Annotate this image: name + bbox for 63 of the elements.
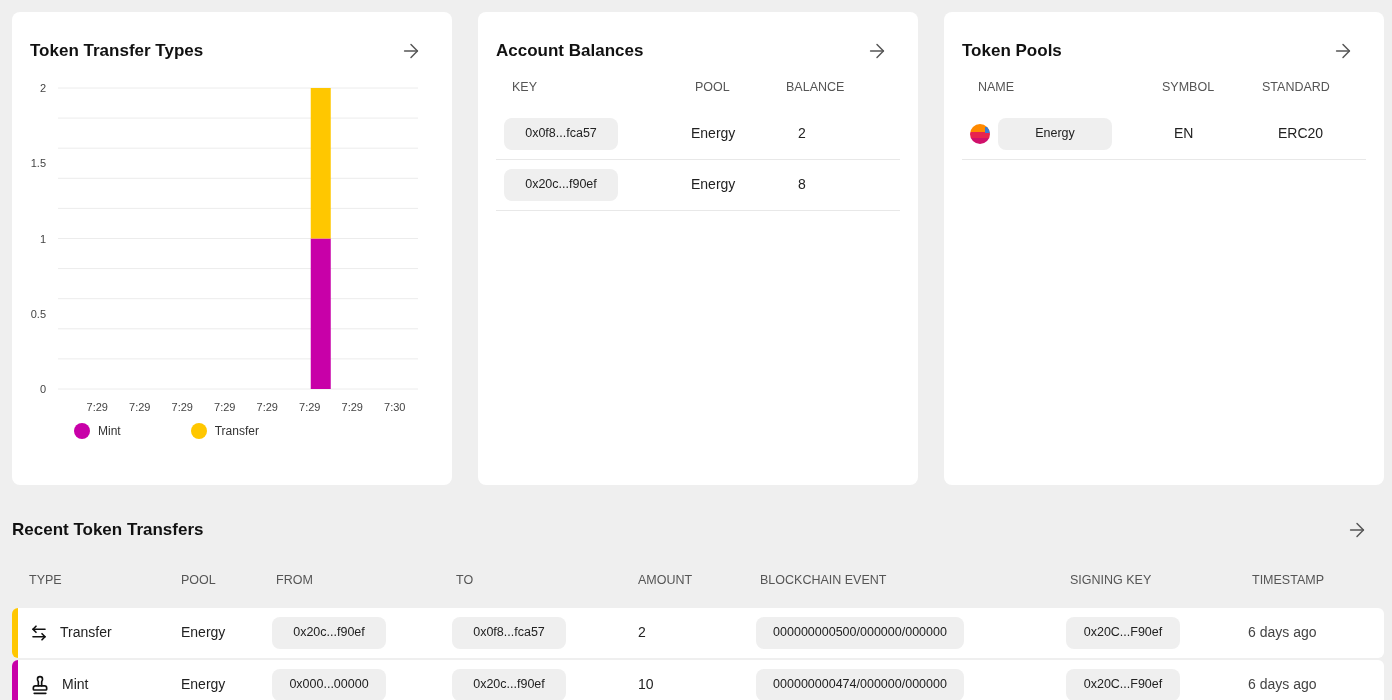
- axis-tick-label: 7:29: [129, 401, 151, 413]
- table-cell-text: 2: [637, 623, 647, 643]
- axis-tick-label: 7:29: [214, 401, 236, 413]
- table-cell-text: EN: [1173, 124, 1195, 144]
- table-cell-text: 8: [797, 175, 807, 195]
- column-header: SYMBOL: [1162, 79, 1216, 96]
- table-cell-text: 2: [797, 124, 807, 144]
- column-header: POOL: [694, 79, 731, 96]
- event-chip[interactable]: 000000000474/000000/000000: [756, 668, 964, 700]
- axis-tick-label: 7:29: [256, 401, 278, 413]
- transfer-type: Transfer: [60, 623, 112, 643]
- timestamp: 6 days ago: [1247, 623, 1318, 643]
- address-chip[interactable]: 0x20c...f90ef: [504, 168, 618, 201]
- address-chip[interactable]: 0x0f8...fca57: [452, 616, 566, 649]
- swap-arrows-icon: [30, 623, 48, 642]
- address-chip[interactable]: 0x000...00000: [272, 668, 386, 700]
- column-header: BLOCKCHAIN EVENT: [759, 572, 888, 589]
- pool-name-chip[interactable]: Energy: [998, 117, 1112, 150]
- axis-tick-label: 7:29: [171, 401, 193, 413]
- signing-key-chip[interactable]: 0x20C...F90ef: [1066, 616, 1180, 649]
- table-cell-text: Energy: [180, 675, 227, 695]
- legend-label: Mint: [98, 423, 121, 440]
- event-chip[interactable]: 000000000500/000000/000000: [756, 616, 964, 649]
- column-header: TIMESTAMP: [1251, 572, 1325, 589]
- card-title: Account Balances: [496, 40, 644, 63]
- stamp-icon: [30, 674, 50, 695]
- axis-tick-label: 1: [39, 232, 46, 245]
- axis-tick-label: 0.5: [30, 307, 46, 320]
- column-header: POOL: [180, 572, 217, 589]
- axis-tick-label: 7:29: [299, 401, 321, 413]
- timestamp: 6 days ago: [1247, 675, 1318, 695]
- column-header: TYPE: [28, 572, 63, 589]
- axis-tick-label: 2: [39, 82, 46, 94]
- column-header: NAME: [977, 79, 1016, 96]
- axis-tick-label: 1.5: [30, 157, 46, 170]
- transfer-row[interactable]: Transfer Energy 0x20c...f90ef 0x0f8...fca57 2 000000000500/000000/000000 0x20C...F90ef 6 days ago: [12, 607, 1384, 658]
- address-chip[interactable]: 0x20c...f90ef: [452, 668, 566, 700]
- transfer-type: Mint: [62, 675, 89, 695]
- card-title: Token Transfer Types: [30, 40, 204, 63]
- axis-tick-label: 7:29: [341, 401, 363, 413]
- axis-tick-label: 7:30: [384, 401, 406, 413]
- column-header: STANDARD: [1262, 79, 1331, 96]
- transfer-row[interactable]: Mint Energy 0x000...00000 0x20c...f90ef 10 000000000474/000000/000000 0x20C...F90ef 6 days ago: [12, 659, 1384, 700]
- address-chip[interactable]: 0x20c...f90ef: [272, 616, 386, 649]
- column-header: TO: [455, 572, 475, 589]
- table-cell-text: Energy: [690, 175, 737, 195]
- card-title: Token Pools: [962, 40, 1062, 63]
- signing-key-chip[interactable]: 0x20C...F90ef: [1066, 668, 1180, 700]
- table-cell-text: ERC20: [1277, 124, 1325, 144]
- table-cell-text: Energy: [690, 124, 737, 144]
- address-chip[interactable]: 0x0f8...fca57: [504, 117, 618, 150]
- token-pool-icon: [970, 123, 990, 144]
- section-title: Recent Token Transfers: [12, 519, 204, 542]
- table-cell-text: Energy: [180, 623, 227, 643]
- legend-label: Transfer: [214, 423, 259, 440]
- axis-tick-label: 7:29: [86, 401, 108, 413]
- column-header: AMOUNT: [637, 572, 694, 589]
- column-header: KEY: [511, 79, 538, 96]
- table-cell-text: 10: [637, 675, 655, 695]
- column-header: BALANCE: [786, 79, 846, 96]
- axis-tick-label: 0: [39, 383, 46, 395]
- column-header: SIGNING KEY: [1069, 572, 1153, 589]
- column-header: FROM: [275, 572, 314, 589]
